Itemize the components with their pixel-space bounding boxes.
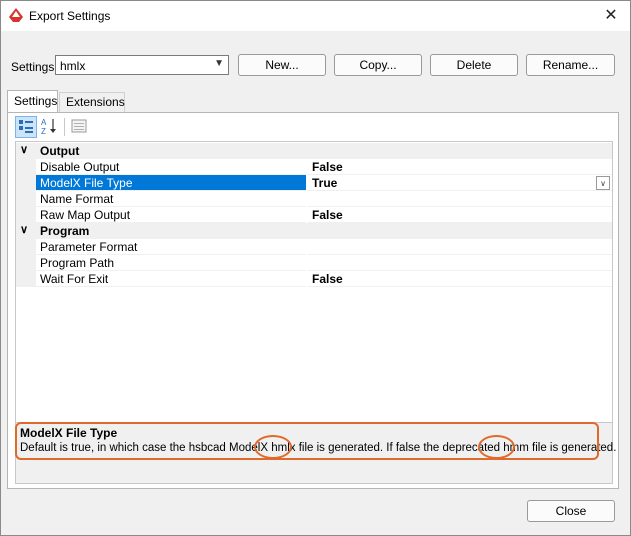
property-pages-button[interactable] <box>69 116 91 138</box>
collapse-chevron-icon[interactable]: ∨ <box>20 143 32 156</box>
sort-alphabetical-button[interactable]: A Z <box>39 116 61 138</box>
property-row-modelx-file-type[interactable]: ModelX File Type True ∨ <box>16 175 612 191</box>
close-icon[interactable]: ✕ <box>600 5 622 27</box>
window-title: Export Settings <box>29 9 111 23</box>
app-icon <box>9 8 23 22</box>
property-value[interactable] <box>308 255 612 271</box>
row-gutter <box>16 175 36 191</box>
property-row-wait-for-exit[interactable]: Wait For Exit False <box>16 271 612 287</box>
copy-button[interactable]: Copy... <box>334 54 422 76</box>
collapse-chevron-icon[interactable]: ∨ <box>20 223 32 236</box>
property-row-name-format[interactable]: Name Format <box>16 191 612 207</box>
annotation-oval-hmm <box>478 435 515 459</box>
property-row-raw-map-output[interactable]: Raw Map Output False <box>16 207 612 223</box>
annotation-oval-hmlx <box>254 435 292 459</box>
categorized-button[interactable] <box>15 116 37 138</box>
delete-button[interactable]: Delete <box>430 54 518 76</box>
category-label: Output <box>40 144 80 158</box>
sort-az-icon: A Z <box>41 118 56 136</box>
new-button[interactable]: New... <box>238 54 326 76</box>
property-value[interactable] <box>308 239 612 255</box>
property-name: Raw Map Output <box>16 207 306 223</box>
close-button[interactable]: Close <box>527 500 615 522</box>
settings-dropdown[interactable]: hmlx ▼ <box>55 55 229 75</box>
tab-extensions[interactable]: Extensions <box>59 92 125 112</box>
property-value[interactable]: False <box>308 271 612 287</box>
property-name: ModelX File Type <box>36 175 306 191</box>
property-name: Parameter Format <box>16 239 306 255</box>
property-row-disable-output[interactable]: Disable Output False <box>16 159 612 175</box>
value-dropdown-chevron-icon[interactable]: ∨ <box>596 176 610 190</box>
property-value[interactable] <box>308 191 612 207</box>
category-label: Program <box>40 224 90 238</box>
property-value[interactable]: True <box>308 175 612 191</box>
tab-settings[interactable]: Settings <box>7 90 58 113</box>
property-grid: ∨ Output Disable Output False ModelX Fil… <box>15 141 613 431</box>
export-settings-dialog: Export Settings ✕ Settings hmlx ▼ New...… <box>0 0 631 536</box>
property-value[interactable]: False <box>308 207 612 223</box>
property-name: Name Format <box>16 191 306 207</box>
property-pages-icon <box>71 119 87 133</box>
chevron-down-icon: ▼ <box>214 58 224 69</box>
svg-text:Z: Z <box>41 127 46 136</box>
settings-label: Settings <box>11 60 55 74</box>
category-output[interactable]: ∨ Output <box>16 143 612 159</box>
property-name: Disable Output <box>16 159 306 175</box>
categorized-icon <box>19 120 33 133</box>
title-bar: Export Settings ✕ <box>1 1 630 31</box>
toolbar-separator <box>64 118 65 136</box>
property-value[interactable]: False <box>308 159 612 175</box>
property-row-program-path[interactable]: Program Path <box>16 255 612 271</box>
property-name: Wait For Exit <box>16 271 306 287</box>
svg-text:A: A <box>41 118 47 127</box>
property-row-parameter-format[interactable]: Parameter Format <box>16 239 612 255</box>
category-program[interactable]: ∨ Program <box>16 223 612 239</box>
settings-dropdown-value: hmlx <box>60 59 86 73</box>
rename-button[interactable]: Rename... <box>526 54 615 76</box>
property-name: Program Path <box>16 255 306 271</box>
